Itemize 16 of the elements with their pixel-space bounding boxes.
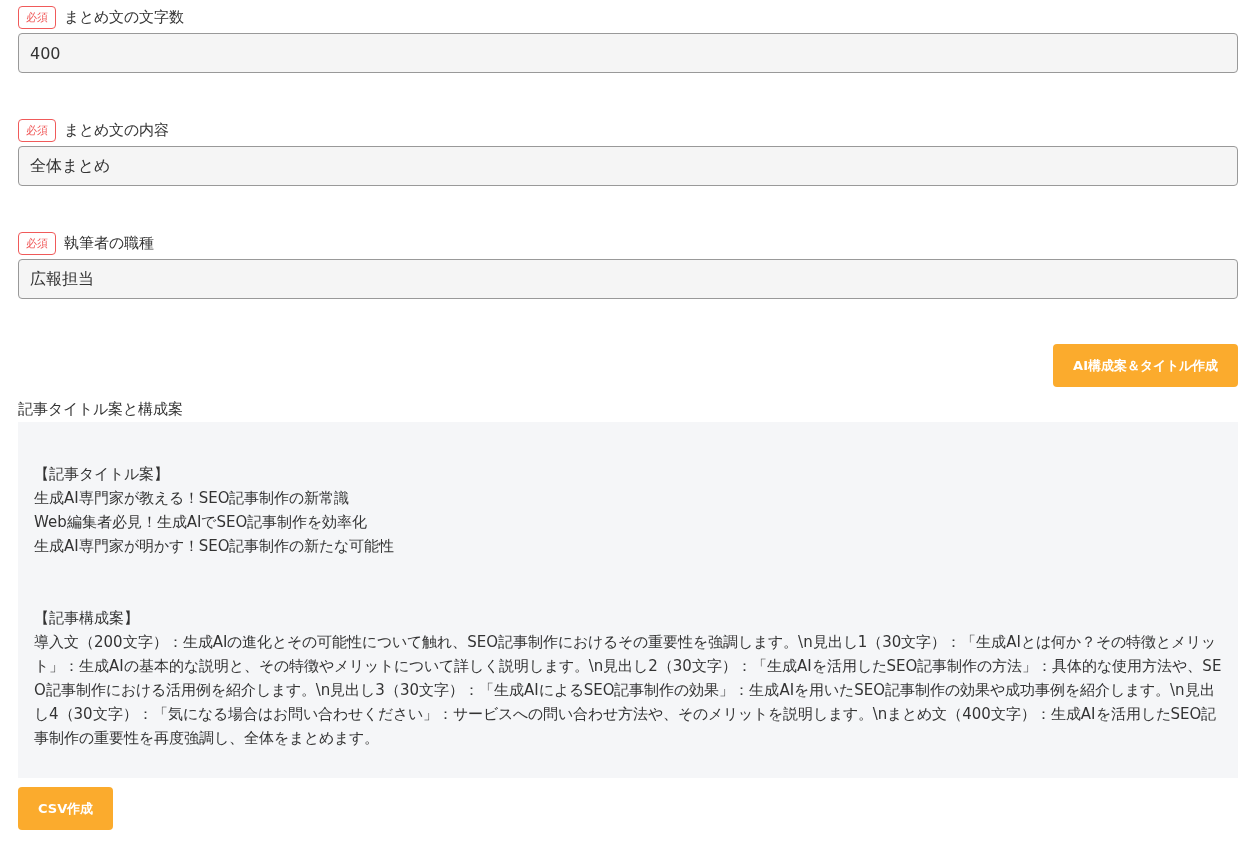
output-text: 生成AI専門家が教える！SEO記事制作の新常識 [34,488,351,509]
section-heading: 【記事構成案】 [34,608,140,629]
input-field[interactable]: 広報担当 [18,259,1238,299]
required-badge: 必須 [18,118,56,142]
output-text: 生成AI専門家が明かす！SEO記事制作の新たな可能性 [34,536,396,557]
input-field[interactable]: 全体まとめ [18,146,1238,186]
field-label: 執筆者の職種 [64,233,154,253]
input-field[interactable]: 400 [18,33,1238,73]
field-label: まとめ文の文字数 [64,7,184,27]
field-label: まとめ文の内容 [64,120,169,140]
required-badge: 必須 [18,5,56,29]
output-label: 記事タイトル案と構成案 [18,400,184,419]
section-heading: 【記事タイトル案】 [34,464,170,485]
required-badge: 必須 [18,231,56,255]
output-text: Web編集者必見！生成AIでSEO記事制作を効率化 [34,512,369,533]
output-text: 導入文（200文字）：生成AIの進化とその可能性について触れ、SEO記事制作におけるその重要性を強調します。\n見出し1（30文字）：「生成AIとは何か？その特徴とメリット」：生成AIの基本的な説明と、その特徴やメリットについて詳しく説明します。\n見出し2（30文字）：「生成AIを活用したSEO記事制作の方法」：具体的な使用方法や、SEO記事制作における活用例を紹介します。\n見出し3（30文字）：「生成AIによるSEO記事制作の効果」：生成AIを用いたSEO記事制作の効果や成功事例を紹介します。\n見出し4（30文字）：「気になる場合はお問い合わせください」：サービスへの問い合わせ方法や、そのメリットを説明します。\nまとめ文（400文字）：生成AIを活用したSEO記事制作の重要性を再度強調し、全体をまとめます。 [34,632,1222,749]
